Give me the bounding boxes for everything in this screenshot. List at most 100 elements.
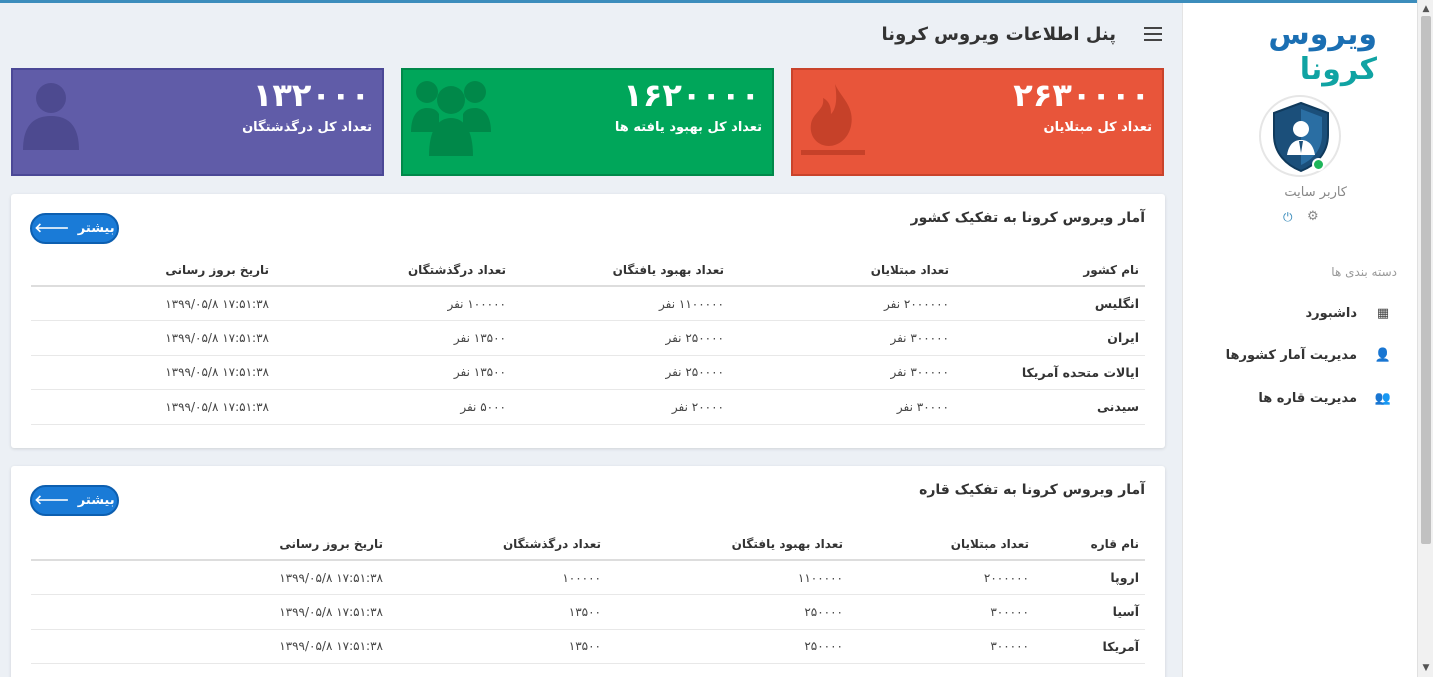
table-cell: ۱۳۵۰۰ نفر: [275, 355, 512, 390]
table-cell: ۲۰۰۰۰۰۰: [849, 560, 1035, 595]
table-header-row: نام کشور تعداد مبتلایان تعداد بهبود یافت…: [31, 254, 1145, 287]
person-icon: [23, 83, 79, 150]
table-cell: ۱۳۵۰۰: [389, 594, 607, 630]
table-cell: آسیا: [1035, 594, 1145, 630]
table-cell: ۲۵۰۰۰۰ نفر: [512, 320, 730, 356]
column-header: تاریخ بروز رسانی: [31, 528, 389, 561]
table-cell: ۱۷:۵۱:۳۸ ۱۳۹۹/۰۵/۸: [31, 286, 275, 321]
scroll-thumb[interactable]: [1421, 16, 1431, 544]
users-icon: 👥: [1374, 391, 1391, 406]
deaths-total-value: ۱۳۲۰۰۰: [252, 76, 370, 114]
column-header: تعداد بهبود یافتگان: [512, 254, 730, 287]
page-scrollbar[interactable]: ▲ ▼: [1417, 0, 1433, 677]
table-row: ایران ۳۰۰۰۰۰ نفر ۲۵۰۰۰۰ نفر ۱۳۵۰۰ نفر ۱۷…: [31, 320, 1145, 356]
scroll-down-icon[interactable]: ▼: [1418, 661, 1433, 675]
recovered-total-label: تعداد کل بهبود یافته ها: [614, 120, 762, 135]
sidebar-item-label: داشبورد: [1305, 306, 1357, 321]
table-cell: ۱۷:۵۱:۳۸ ۱۳۹۹/۰۵/۸: [31, 320, 275, 356]
table-cell: ۳۰۰۰۰۰: [849, 629, 1035, 664]
table-cell: ۳۰۰۰۰ نفر: [730, 389, 955, 425]
table-header-row: نام قاره تعداد مبتلایان تعداد بهبود یافت…: [31, 528, 1145, 561]
country-stats-panel: آمار ویروس کرونا به تفکیک کشور بیشتر 🡐 ن…: [11, 194, 1165, 448]
app-logo[interactable]: ویروس کرونا: [1183, 17, 1377, 87]
table-row: آسیا ۳۰۰۰۰۰ ۲۵۰۰۰۰ ۱۳۵۰۰ ۱۷:۵۱:۳۸ ۱۳۹۹/۰…: [31, 594, 1145, 630]
table-cell: ۱۷:۵۱:۳۸ ۱۳۹۹/۰۵/۸: [31, 560, 389, 595]
column-header: تاریخ بروز رسانی: [31, 254, 275, 287]
infected-total-value: ۲۶۳۰۰۰۰: [1013, 76, 1150, 114]
more-button-label: بیشتر: [77, 493, 115, 508]
table-cell: ۱۰۰۰۰۰: [389, 560, 607, 595]
sidebar-item-label: مدیریت قاره ها: [1258, 391, 1357, 406]
column-header: تعداد مبتلایان: [849, 528, 1035, 561]
stat-box-infected: ۲۶۳۰۰۰۰ تعداد کل مبتلایان: [791, 68, 1164, 176]
menu-toggle-icon[interactable]: [1144, 27, 1162, 45]
table-cell: ۵۰۰۰ نفر: [275, 389, 512, 425]
continent-more-button[interactable]: بیشتر 🡐: [30, 485, 119, 516]
table-cell: ۱۳۵۰۰ نفر: [275, 320, 512, 356]
users-group-icon: [411, 81, 491, 156]
user-icon: 👤: [1374, 348, 1391, 363]
fire-icon: [801, 84, 865, 155]
online-status-dot: [1312, 158, 1325, 171]
panel-title: آمار ویروس کرونا به تفکیک کشور: [910, 210, 1145, 226]
table-cell: سیدنی: [955, 389, 1145, 425]
dashboard-icon: ▦: [1376, 306, 1390, 321]
continent-table: نام قاره تعداد مبتلایان تعداد بهبود یافت…: [31, 528, 1145, 664]
table-cell: ۱۱۰۰۰۰۰: [607, 560, 849, 595]
table-cell: ۱۷:۵۱:۳۸ ۱۳۹۹/۰۵/۸: [31, 629, 389, 664]
column-header: تعداد درگذشتگان: [275, 254, 512, 287]
table-cell: ایالات متحده آمریکا: [955, 355, 1145, 390]
stat-box-deaths: ۱۳۲۰۰۰ تعداد کل درگذشتگان: [11, 68, 384, 176]
arrow-left-icon: 🡐: [34, 493, 70, 508]
table-row: ایالات متحده آمریکا ۳۰۰۰۰۰ نفر ۲۵۰۰۰۰ نف…: [31, 355, 1145, 390]
sidebar-item-dashboard[interactable]: ▦ داشبورد: [1182, 300, 1417, 330]
table-cell: ۲۵۰۰۰۰: [607, 594, 849, 630]
column-header: نام کشور: [955, 254, 1145, 287]
country-table: نام کشور تعداد مبتلایان تعداد بهبود یافت…: [31, 254, 1145, 425]
sidebar: ویروس کرونا کاربر سایت ⏻ ⚙ دسته بندی ها …: [1182, 3, 1417, 677]
column-header: تعداد بهبود یافتگان: [607, 528, 849, 561]
sidebar-item-continents[interactable]: 👥 مدیریت قاره ها: [1182, 385, 1417, 415]
gear-icon[interactable]: ⚙: [1307, 209, 1319, 224]
avatar[interactable]: [1259, 95, 1341, 177]
column-header: تعداد مبتلایان: [730, 254, 955, 287]
recovered-total-value: ۱۶۲۰۰۰۰: [623, 76, 760, 114]
logo-part1: ویروس: [1268, 17, 1377, 52]
infected-total-label: تعداد کل مبتلایان: [1043, 120, 1152, 135]
table-row: انگلیس ۲۰۰۰۰۰۰ نفر ۱۱۰۰۰۰۰ نفر ۱۰۰۰۰۰ نف…: [31, 286, 1145, 321]
table-row: آمریکا ۳۰۰۰۰۰ ۲۵۰۰۰۰ ۱۳۵۰۰ ۱۷:۵۱:۳۸ ۱۳۹۹…: [31, 629, 1145, 664]
scroll-up-icon[interactable]: ▲: [1418, 2, 1433, 16]
table-row: اروپا ۲۰۰۰۰۰۰ ۱۱۰۰۰۰۰ ۱۰۰۰۰۰ ۱۷:۵۱:۳۸ ۱۳…: [31, 560, 1145, 595]
logo-part2: کرونا: [1299, 52, 1377, 87]
table-cell: ۲۰۰۰۰ نفر: [512, 389, 730, 425]
column-header: تعداد درگذشتگان: [389, 528, 607, 561]
table-row: سیدنی ۳۰۰۰۰ نفر ۲۰۰۰۰ نفر ۵۰۰۰ نفر ۱۷:۵۱…: [31, 389, 1145, 425]
panel-title: آمار ویروس کرونا به تفکیک قاره: [919, 482, 1145, 498]
sidebar-item-label: مدیریت آمار کشورها: [1225, 348, 1357, 363]
table-cell: ۳۰۰۰۰۰ نفر: [730, 320, 955, 356]
page-title: پنل اطلاعات ویروس کرونا: [881, 24, 1116, 45]
more-button-label: بیشتر: [77, 221, 115, 236]
table-cell: ۲۵۰۰۰۰: [607, 629, 849, 664]
category-label: دسته بندی ها: [1331, 265, 1397, 279]
table-cell: ۱۳۵۰۰: [389, 629, 607, 664]
power-icon[interactable]: ⏻: [1283, 210, 1293, 225]
table-cell: انگلیس: [955, 286, 1145, 321]
country-more-button[interactable]: بیشتر 🡐: [30, 213, 119, 244]
continent-stats-panel: آمار ویروس کرونا به تفکیک قاره بیشتر 🡐 ن…: [11, 466, 1165, 677]
stat-box-recovered: ۱۶۲۰۰۰۰ تعداد کل بهبود یافته ها: [401, 68, 774, 176]
table-cell: ۲۵۰۰۰۰ نفر: [512, 355, 730, 390]
table-cell: ۳۰۰۰۰۰ نفر: [730, 355, 955, 390]
arrow-left-icon: 🡐: [34, 221, 70, 236]
table-cell: ۳۰۰۰۰۰: [849, 594, 1035, 630]
table-cell: ۱۰۰۰۰۰ نفر: [275, 286, 512, 321]
deaths-total-label: تعداد کل درگذشتگان: [242, 120, 372, 135]
sidebar-item-countries[interactable]: 👤 مدیریت آمار کشورها: [1182, 342, 1417, 372]
table-cell: ۱۷:۵۱:۳۸ ۱۳۹۹/۰۵/۸: [31, 355, 275, 390]
table-cell: اروپا: [1035, 560, 1145, 595]
column-header: نام قاره: [1035, 528, 1145, 561]
table-cell: ۱۱۰۰۰۰۰ نفر: [512, 286, 730, 321]
table-cell: ۲۰۰۰۰۰۰ نفر: [730, 286, 955, 321]
user-name: کاربر سایت: [1284, 185, 1347, 200]
table-cell: ایران: [955, 320, 1145, 356]
